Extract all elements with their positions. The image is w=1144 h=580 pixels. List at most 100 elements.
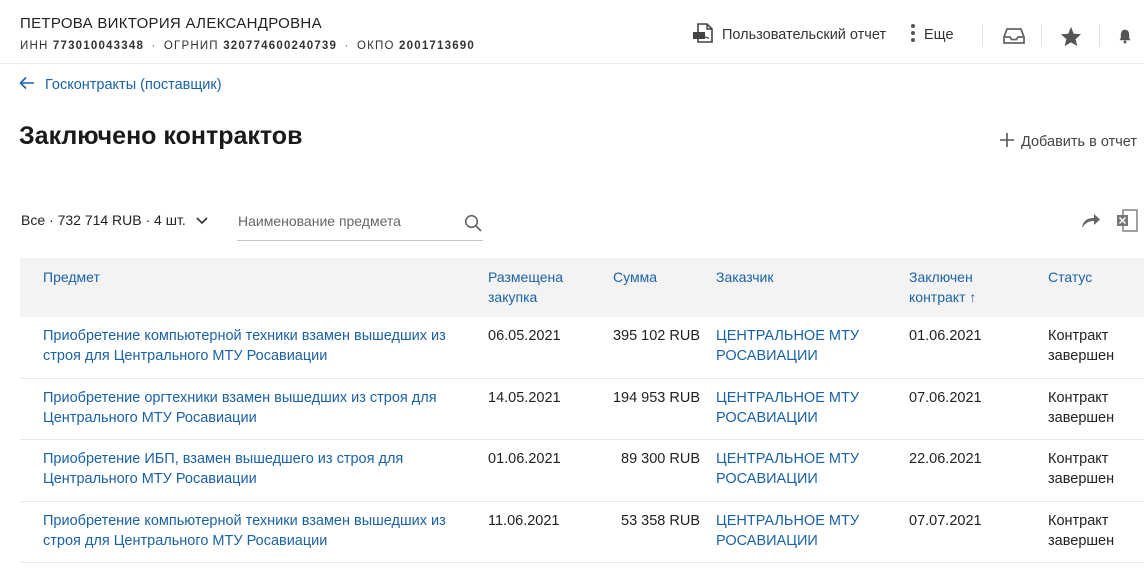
okpo-label: ОКПО [356,40,395,52]
customer-line: РОСАВИАЦИИ [716,409,818,426]
search-field [237,205,483,241]
contract-sum: 89 300 RUB [621,451,700,467]
inn-label: ИНН [20,40,49,52]
subject-line: Приобретение компьютерной техники взамен… [43,328,446,344]
subject-link[interactable]: Приобретение компьютерной техники взамен… [43,511,483,551]
status-line: Контракт [1048,451,1109,467]
column-header-subject[interactable]: Предмет [43,267,100,287]
customer-link[interactable]: ЦЕНТРАЛЬНОЕ МТУ РОСАВИАЦИИ [716,511,876,551]
contract-sum: 194 953 RUB [612,389,700,406]
id-separator: · [344,40,350,52]
column-header-posted-line1: Размещена [488,269,563,285]
contract-status: Контракт завершен [1048,388,1144,428]
status-line: завершен [1048,532,1115,549]
column-header-concluded-line2: контракт ↑ [909,289,977,305]
id-separator: · [151,40,157,52]
customer-line: ЦЕНТРАЛЬНОЕ МТУ [716,451,860,467]
customer-line: ЦЕНТРАЛЬНОЕ МТУ [716,389,860,406]
subject-line: Приобретение компьютерной техники взамен… [43,512,446,529]
okpo-value: 2001713690 [399,40,475,52]
contract-status: Контракт завершен [1048,326,1144,366]
inn-value: 773010043348 [52,40,145,52]
subject-line: строя для Центрального МТУ Росавиации [43,532,328,549]
status-line: Контракт [1048,389,1109,406]
table-row: Приобретение компьютерной техники взамен… [20,502,1144,563]
subject-link[interactable]: Приобретение компьютерной техники взамен… [43,326,483,366]
customer-line: ЦЕНТРАЛЬНОЕ МТУ [716,512,860,529]
table-row: Приобретение ИБП, взамен вышедшего из ст… [20,440,1144,502]
subject-link[interactable]: Приобретение оргтехники взамен вышедших … [43,388,483,428]
inbox-tray-icon[interactable] [1003,25,1025,47]
company-header: ПЕТРОВА ВИКТОРИЯ АЛЕКСАНДРОВНА ИНН 77301… [0,0,1144,64]
concluded-date: 22.06.2021 [909,451,982,467]
custom-report-label: Пользовательский отчет [722,27,887,43]
column-header-status[interactable]: Статус [1048,267,1092,287]
customer-line: РОСАВИАЦИИ [716,348,818,364]
column-header-posted[interactable]: Размещена закупка [488,267,563,307]
posted-date: 06.05.2021 [488,328,561,344]
status-line: завершен [1048,471,1115,487]
status-line: завершен [1048,409,1115,426]
column-header-sum[interactable]: Сумма [613,267,657,287]
status-line: завершен [1048,348,1115,364]
subject-line: строя для Центрального МТУ Росавиации [43,348,328,364]
add-to-report-label: Добавить в отчет [1021,134,1138,150]
page-title: Заключено контрактов [19,122,303,150]
table-row: Приобретение оргтехники взамен вышедших … [20,379,1144,440]
header-divider [1099,24,1100,46]
back-link[interactable]: Госконтракты (поставщик) [19,75,222,95]
chevron-down-icon [196,212,208,228]
pdf-icon [692,23,714,47]
share-arrow-icon[interactable] [1081,211,1101,234]
more-button[interactable]: Еще [910,23,954,47]
customer-link[interactable]: ЦЕНТРАЛЬНОЕ МТУ РОСАВИАЦИИ [716,388,876,428]
subject-line: Приобретение оргтехники взамен вышедших … [43,389,437,406]
bell-icon[interactable] [1118,25,1132,47]
filter-summary-label: Все · 732 714 RUB · 4 шт. [21,212,186,228]
subject-line: Приобретение ИБП, взамен вышедшего из ст… [43,451,404,467]
column-header-concluded-line1: Заключен [909,269,973,285]
posted-date: 11.06.2021 [488,512,560,529]
back-link-label: Госконтракты (поставщик) [45,77,222,93]
subject-link[interactable]: Приобретение ИБП, взамен вышедшего из ст… [43,449,483,489]
column-header-customer[interactable]: Заказчик [716,267,774,287]
ogrnip-label: ОГРНИП [163,40,219,52]
subject-line: Центрального МТУ Росавиации [43,471,257,487]
company-ids: ИНН 773010043348 · ОГРНИП 32077460024073… [20,40,475,52]
star-icon[interactable] [1060,25,1082,47]
arrow-left-icon [19,76,35,94]
contract-sum: 395 102 RUB [612,328,700,344]
status-line: Контракт [1048,512,1109,529]
company-name: ПЕТРОВА ВИКТОРИЯ АЛЕКСАНДРОВНА [20,15,322,32]
status-line: Контракт [1048,328,1109,344]
posted-date: 14.05.2021 [488,389,561,406]
table-row: Приобретение компьютерной техники взамен… [20,317,1144,379]
header-divider [1041,24,1042,46]
excel-export-icon[interactable] [1116,209,1144,238]
custom-report-button[interactable]: Пользовательский отчет [692,23,887,47]
contract-status: Контракт завершен [1048,449,1144,489]
contract-status: Контракт завершен [1048,511,1144,551]
search-input[interactable] [237,205,457,237]
filter-dropdown[interactable]: Все · 732 714 RUB · 4 шт. [21,210,208,230]
customer-line: РОСАВИАЦИИ [716,471,818,487]
concluded-date: 01.06.2021 [909,328,982,344]
plus-icon [999,132,1015,152]
add-to-report-button[interactable]: Добавить в отчет [999,132,1137,152]
posted-date: 01.06.2021 [488,451,561,467]
column-header-concluded[interactable]: Заключен контракт ↑ [909,267,976,307]
contract-sum: 53 358 RUB [621,512,700,529]
more-label: Еще [924,27,954,43]
vertical-dots-icon [910,23,916,47]
ogrnip-value: 320774600240739 [223,40,338,52]
customer-link[interactable]: ЦЕНТРАЛЬНОЕ МТУ РОСАВИАЦИИ [716,326,876,366]
contracts-table: Предмет Размещена закупка Сумма Заказчик… [20,258,1144,563]
customer-line: ЦЕНТРАЛЬНОЕ МТУ [716,328,860,344]
customer-line: РОСАВИАЦИИ [716,532,818,549]
concluded-date: 07.07.2021 [909,512,982,529]
subject-line: Центрального МТУ Росавиации [43,409,257,426]
column-header-posted-line2: закупка [488,289,538,305]
customer-link[interactable]: ЦЕНТРАЛЬНОЕ МТУ РОСАВИАЦИИ [716,449,876,489]
search-icon[interactable] [464,214,482,237]
concluded-date: 07.06.2021 [909,389,982,406]
